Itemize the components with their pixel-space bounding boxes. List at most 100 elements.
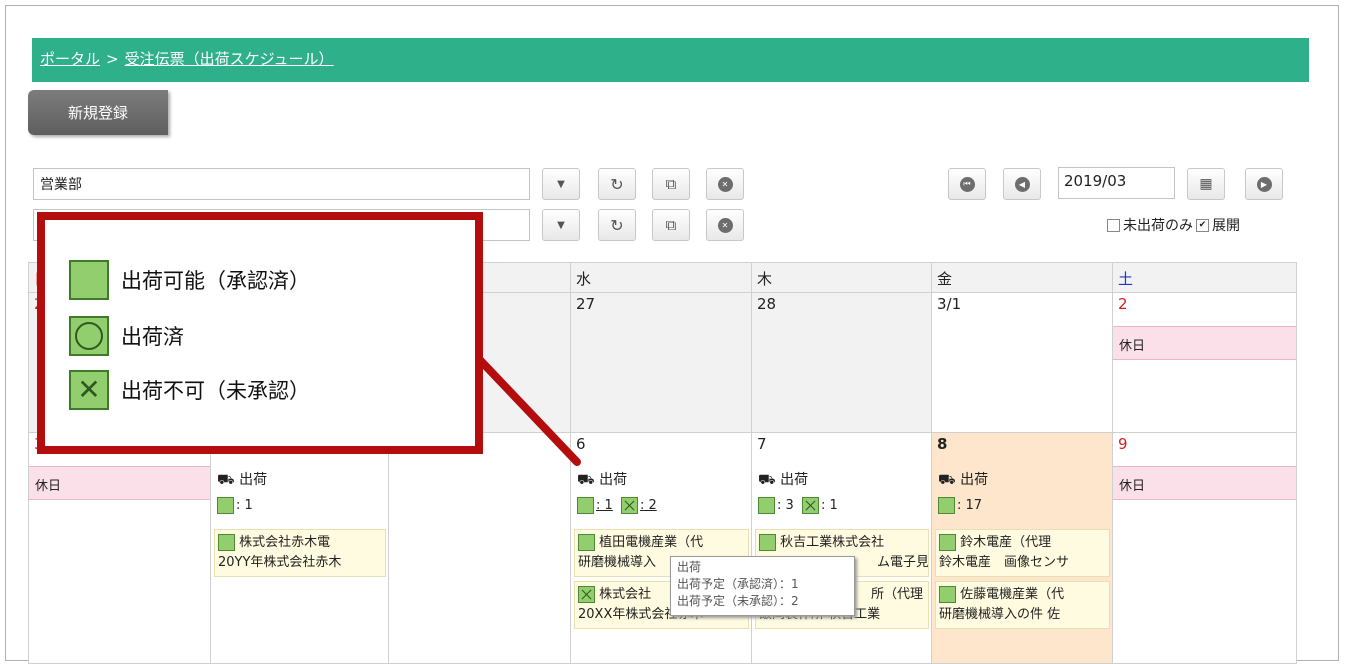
ship-summary[interactable]: ⛟ 出荷 xyxy=(938,469,988,490)
clear-button-1[interactable]: ✕ xyxy=(706,168,744,200)
day-number: 7 xyxy=(757,435,767,453)
approved-status-icon xyxy=(218,534,235,551)
copy-button-1[interactable]: ⧉ xyxy=(652,168,690,200)
day-number: 2 xyxy=(1118,295,1128,313)
first-month-button[interactable]: ⏮ xyxy=(948,168,986,200)
day-cell[interactable]: 6 ⛟ 出荷 : 1 : 2 植田電機産業（代 研磨機械導入 株式会社 20XX年株… xyxy=(570,432,753,664)
weekday-thu: 木 xyxy=(751,262,933,293)
unapproved-status-icon xyxy=(578,586,595,603)
dropdown-button-2[interactable]: ▼ xyxy=(542,209,580,241)
dropdown-button-1[interactable]: ▼ xyxy=(542,168,580,200)
order-card[interactable]: 株式会社赤木電 20YY年株式会社赤木 xyxy=(214,529,386,577)
order-customer: 株式会社赤木電 xyxy=(239,535,331,550)
previous-icon: ◀ xyxy=(1014,176,1030,192)
approved-count: : 17 xyxy=(957,498,983,513)
legend-item-approved: 出荷可能（承認済） xyxy=(69,260,310,300)
ship-count-tooltip: 出荷 出荷予定（承認済）：1 出荷予定（未承認）：2 xyxy=(670,556,855,616)
ship-label: 出荷 xyxy=(239,472,268,488)
unapproved-status-icon xyxy=(620,497,638,514)
clear-icon: ✕ xyxy=(717,176,733,192)
reset-button-2[interactable]: ↻ xyxy=(598,209,636,241)
ship-label: 出荷 xyxy=(599,472,628,488)
prev-month-button[interactable]: ◀ xyxy=(1003,168,1041,200)
order-card[interactable]: 佐藤電機産業（代 研磨機械導入の件 佐 xyxy=(935,581,1110,629)
new-register-button[interactable]: 新規登録 xyxy=(28,90,168,135)
unapproved-count: : 2 xyxy=(639,498,657,513)
order-customer: 株式会社 xyxy=(599,587,652,602)
approved-status-icon xyxy=(939,586,956,603)
legend-unapproved-label: 出荷不可（未承認） xyxy=(121,379,310,403)
unshipped-only-checkbox[interactable] xyxy=(1107,218,1120,232)
refresh-icon: ↻ xyxy=(610,174,624,194)
unapproved-count: : 1 xyxy=(820,498,838,513)
day-number: 27 xyxy=(576,295,596,313)
day-number: 6 xyxy=(576,435,586,453)
chevron-down-icon: ▼ xyxy=(557,178,565,190)
ship-counts[interactable]: : 3 : 1 xyxy=(758,497,838,514)
ship-counts[interactable]: : 1 xyxy=(217,497,253,514)
order-customer: 秋吉工業株式会社 xyxy=(780,535,885,550)
breadcrumb-portal-link[interactable]: ポータル xyxy=(40,50,100,68)
skip-back-icon: ⏮ xyxy=(959,176,975,192)
expand-checkbox[interactable]: ✔ xyxy=(1196,218,1209,232)
ship-summary[interactable]: ⛟ 出荷 xyxy=(577,469,627,490)
holiday-label: 休日 xyxy=(1113,326,1296,360)
order-subject: 鈴木電産 画像センサ xyxy=(939,555,1070,570)
tooltip-unapproved: 出荷予定（未承認）：2 xyxy=(677,594,799,608)
reset-button-1[interactable]: ↻ xyxy=(598,168,636,200)
legend-item-unapproved: ✕ 出荷不可（未承認） xyxy=(69,370,310,410)
holiday-label: 休日 xyxy=(29,466,211,500)
breadcrumb-bar: ポータル > 受注伝票（出荷スケジュール） xyxy=(32,38,1309,82)
day-cell[interactable]: 2 休日 xyxy=(1112,292,1297,434)
breadcrumb: ポータル > 受注伝票（出荷スケジュール） xyxy=(40,48,334,69)
day-cell[interactable]: 28 xyxy=(751,292,933,434)
calendar-icon: ▦ xyxy=(1199,176,1213,192)
calendar-picker-button[interactable]: ▦ xyxy=(1187,168,1225,200)
weekday-wed: 水 xyxy=(570,262,753,293)
ship-counts[interactable]: : 17 xyxy=(938,497,982,514)
breadcrumb-current-link[interactable]: 受注伝票（出荷スケジュール） xyxy=(125,50,334,68)
expand-label: 展開 xyxy=(1212,218,1240,234)
status-legend: 出荷可能（承認済） 出荷済 ✕ 出荷不可（未承認） xyxy=(37,212,483,454)
day-number: 8 xyxy=(937,435,948,453)
unshipped-only-label: 未出荷のみ xyxy=(1123,218,1193,234)
ship-summary[interactable]: ⛟ 出荷 xyxy=(758,469,808,490)
approved-status-icon xyxy=(577,497,594,514)
chevron-down-icon: ▼ xyxy=(557,219,565,231)
unapproved-cross-icon: ✕ xyxy=(69,370,109,410)
truck-icon: ⛟ xyxy=(577,472,595,488)
next-month-button[interactable]: ▶ xyxy=(1245,168,1283,200)
day-cell[interactable]: 4 ⛟ 出荷 : 1 株式会社赤木電20YY年株式会社赤木 xyxy=(210,432,390,664)
copy-button-2[interactable]: ⧉ xyxy=(652,209,690,241)
approved-square-icon xyxy=(69,260,109,300)
day-cell[interactable]: 3/1 xyxy=(931,292,1114,434)
clear-button-2[interactable]: ✕ xyxy=(706,209,744,241)
ship-label: 出荷 xyxy=(960,472,989,488)
order-customer: 鈴木電産（代理 xyxy=(960,535,1052,550)
weekday-sat: 土 xyxy=(1112,262,1297,293)
tooltip-approved: 出荷予定（承認済）：1 xyxy=(677,577,799,591)
ship-summary[interactable]: ⛟ 出荷 xyxy=(217,469,267,490)
day-cell[interactable]: 27 xyxy=(570,292,753,434)
day-cell[interactable]: 7 ⛟ 出荷 : 3 : 1 秋吉工業株式会社ム電子見 所（代理飯岡製作所 秋吉… xyxy=(751,432,933,664)
copy-icon: ⧉ xyxy=(665,216,677,234)
clear-icon: ✕ xyxy=(717,217,733,233)
truck-icon: ⛟ xyxy=(938,472,956,488)
order-card[interactable]: 鈴木電産（代理鈴木電産 画像センサ xyxy=(935,529,1110,577)
day-cell-today[interactable]: 8 ⛟ 出荷 : 17 鈴木電産（代理鈴木電産 画像センサ 佐藤電機産業（代 研磨… xyxy=(931,432,1114,664)
day-number: 28 xyxy=(757,295,777,313)
approved-status-icon xyxy=(939,534,956,551)
day-cell[interactable]: 9 休日 xyxy=(1112,432,1297,664)
shipped-circle-icon xyxy=(69,316,109,356)
approved-status-icon xyxy=(217,497,234,514)
day-cell[interactable]: 3 休日 xyxy=(28,432,212,664)
approved-count: : 3 xyxy=(777,498,794,513)
approved-status-icon xyxy=(758,497,775,514)
day-cell[interactable]: 5 xyxy=(388,432,572,664)
truck-icon: ⛟ xyxy=(758,472,776,488)
ship-counts[interactable]: : 1 : 2 xyxy=(577,497,657,514)
department-select[interactable]: 営業部 xyxy=(33,168,530,200)
weekday-fri: 金 xyxy=(931,262,1114,293)
legend-item-shipped: 出荷済 xyxy=(69,316,184,356)
month-input[interactable]: 2019/03 xyxy=(1058,167,1175,199)
